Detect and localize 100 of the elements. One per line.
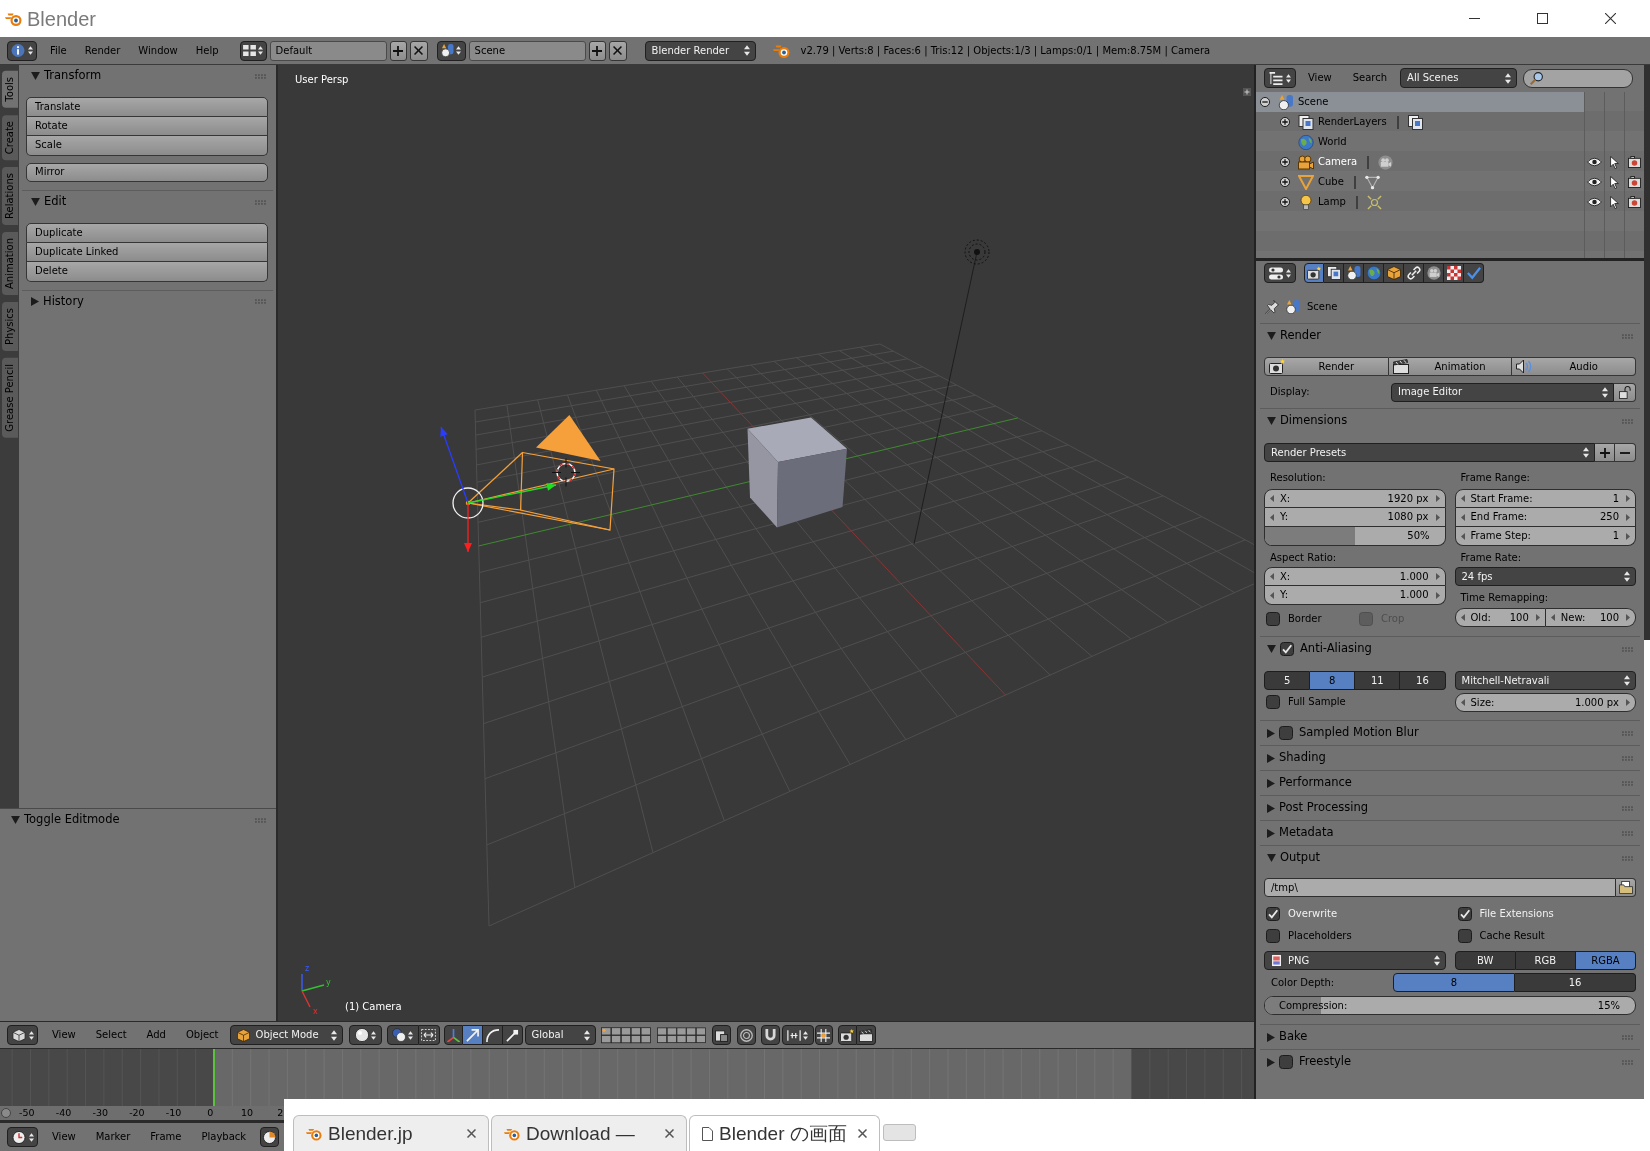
frame-rate-dropdown[interactable]: 24 fps bbox=[1454, 567, 1636, 586]
panel-header[interactable]: Anti-Aliasing bbox=[1260, 637, 1640, 661]
manipulator-button[interactable] bbox=[463, 1025, 484, 1045]
delete-button[interactable] bbox=[608, 40, 627, 61]
vertical-tab[interactable]: Relations bbox=[2, 166, 18, 225]
render-action-button[interactable]: Render bbox=[1264, 357, 1389, 376]
editor-type-button[interactable] bbox=[1264, 68, 1296, 88]
number-field[interactable]: X: 1920 px bbox=[1264, 489, 1446, 508]
outliner-item[interactable]: RenderLayers bbox=[1256, 112, 1584, 132]
keying-button[interactable] bbox=[260, 1127, 280, 1147]
display-dropdown[interactable]: Image Editor bbox=[1391, 382, 1614, 402]
checkbox[interactable] bbox=[1279, 1055, 1293, 1069]
outliner-item[interactable]: World bbox=[1256, 132, 1584, 152]
tool-button[interactable]: Duplicate Linked bbox=[26, 242, 268, 262]
toggle-button[interactable]: RGBA bbox=[1575, 951, 1636, 970]
manipulator-button[interactable] bbox=[502, 1025, 523, 1045]
browser-tab[interactable]: Blender の画面 bbox=[689, 1115, 880, 1151]
outliner-item[interactable]: Camera bbox=[1256, 152, 1584, 172]
editor-type-button[interactable] bbox=[1264, 263, 1296, 283]
panel-header[interactable]: Edit bbox=[22, 191, 273, 213]
vertical-tab[interactable]: Physics bbox=[2, 301, 18, 351]
render-engine-dropdown[interactable]: Blender Render bbox=[644, 40, 756, 61]
properties-tab[interactable] bbox=[1344, 263, 1364, 283]
panel-header[interactable]: Post Processing bbox=[1260, 796, 1640, 820]
add-button[interactable] bbox=[389, 40, 407, 61]
checkbox[interactable] bbox=[1266, 929, 1280, 943]
camera-icon[interactable] bbox=[1628, 156, 1641, 168]
checkbox-label[interactable]: Border bbox=[1288, 614, 1322, 624]
expand-icon[interactable] bbox=[1280, 177, 1290, 187]
manipulator-button[interactable] bbox=[483, 1025, 503, 1045]
plus-icon[interactable] bbox=[1243, 88, 1251, 96]
shading-dropdown[interactable] bbox=[348, 1025, 382, 1045]
layout-browse-button[interactable] bbox=[239, 40, 267, 61]
outliner-item[interactable]: Cube bbox=[1256, 172, 1584, 192]
number-field[interactable]: End Frame: 250 bbox=[1454, 508, 1636, 527]
toggle-button[interactable]: BW bbox=[1454, 951, 1516, 970]
menu-item[interactable]: View bbox=[42, 1127, 86, 1147]
eye-icon[interactable] bbox=[1587, 157, 1602, 167]
lock-button[interactable] bbox=[1614, 382, 1636, 402]
snap-target-button[interactable] bbox=[814, 1025, 833, 1045]
panel-header[interactable]: Shading bbox=[1260, 746, 1640, 770]
number-field[interactable]: X: 1.000 bbox=[1264, 567, 1446, 586]
editor-type-button[interactable] bbox=[7, 1025, 38, 1045]
number-field[interactable]: Frame Step: 1 bbox=[1454, 527, 1636, 546]
menu-item[interactable]: Search bbox=[1344, 68, 1396, 88]
browse-button[interactable] bbox=[1616, 878, 1636, 897]
checkbox-label[interactable]: Cache Result bbox=[1479, 931, 1545, 941]
panel-header[interactable]: Freestyle bbox=[1260, 1050, 1640, 1074]
tool-button[interactable]: Scale bbox=[26, 136, 268, 156]
menu-item[interactable]: Add bbox=[136, 1025, 176, 1045]
number-field[interactable]: Y: 1.000 bbox=[1264, 586, 1446, 605]
expand-icon[interactable] bbox=[1280, 197, 1290, 207]
outliner-item[interactable]: Lamp bbox=[1256, 192, 1584, 212]
toggle-button[interactable]: 8 bbox=[1310, 671, 1356, 690]
pointer-icon[interactable] bbox=[1610, 195, 1619, 209]
properties-tab[interactable] bbox=[1384, 263, 1404, 283]
checkbox[interactable] bbox=[1280, 642, 1294, 656]
browser-tab[interactable]: Download — bbox=[491, 1115, 687, 1151]
snap-button[interactable] bbox=[760, 1025, 780, 1045]
panel-header[interactable]: Render bbox=[1260, 324, 1640, 348]
render-animation-button[interactable] bbox=[856, 1025, 876, 1045]
filter-dropdown[interactable]: Mitchell-Netravali bbox=[1454, 671, 1636, 690]
panel-header[interactable]: Sampled Motion Blur bbox=[1260, 721, 1640, 745]
menu-item[interactable]: Frame bbox=[140, 1127, 192, 1147]
menu-item[interactable]: File bbox=[41, 40, 76, 61]
menu-item[interactable]: Window bbox=[129, 40, 187, 61]
number-field[interactable]: Old: 100 bbox=[1454, 608, 1546, 627]
properties-tab[interactable] bbox=[1444, 263, 1464, 283]
menu-item[interactable]: Marker bbox=[85, 1127, 141, 1147]
menu-item[interactable]: Select bbox=[85, 1025, 137, 1045]
menu-item[interactable]: Playback bbox=[191, 1127, 257, 1147]
output-path-field[interactable]: /tmp\ bbox=[1264, 878, 1616, 897]
compression-slider[interactable]: Compression: 15% bbox=[1264, 996, 1636, 1015]
eye-icon[interactable] bbox=[1587, 177, 1602, 187]
expand-icon[interactable] bbox=[1280, 157, 1290, 167]
outliner-item[interactable]: Scene bbox=[1256, 92, 1584, 112]
mode-dropdown[interactable]: Object Mode bbox=[229, 1025, 343, 1045]
display-mode-dropdown[interactable]: All Scenes bbox=[1400, 68, 1518, 88]
checkbox[interactable] bbox=[1457, 929, 1472, 943]
remove-button[interactable] bbox=[1615, 443, 1636, 462]
checkbox-label[interactable]: Placeholders bbox=[1288, 931, 1352, 941]
checkbox[interactable] bbox=[1266, 612, 1280, 626]
checkbox[interactable] bbox=[1266, 907, 1280, 921]
properties-tab[interactable] bbox=[1404, 263, 1424, 283]
pivot-option-button[interactable] bbox=[418, 1025, 440, 1045]
toggle-button[interactable]: 11 bbox=[1355, 671, 1401, 690]
checkbox-label[interactable]: Overwrite bbox=[1288, 909, 1338, 919]
menu-item[interactable]: View bbox=[42, 1025, 86, 1045]
lock-view-button[interactable] bbox=[711, 1025, 731, 1045]
panel-header[interactable]: Performance bbox=[1260, 771, 1640, 795]
render-image-button[interactable] bbox=[837, 1025, 857, 1045]
vertical-tab[interactable]: Tools bbox=[2, 71, 18, 108]
pointer-icon[interactable] bbox=[1610, 175, 1619, 189]
render-action-button[interactable]: Audio bbox=[1512, 357, 1636, 376]
expand-icon[interactable] bbox=[1280, 117, 1290, 127]
menu-item[interactable]: Help bbox=[186, 40, 228, 61]
panel-header[interactable]: Output bbox=[1260, 846, 1640, 870]
scene-browse-button[interactable] bbox=[436, 40, 466, 61]
pivot-dropdown[interactable] bbox=[386, 1025, 419, 1045]
render-action-button[interactable]: Animation bbox=[1388, 357, 1513, 376]
